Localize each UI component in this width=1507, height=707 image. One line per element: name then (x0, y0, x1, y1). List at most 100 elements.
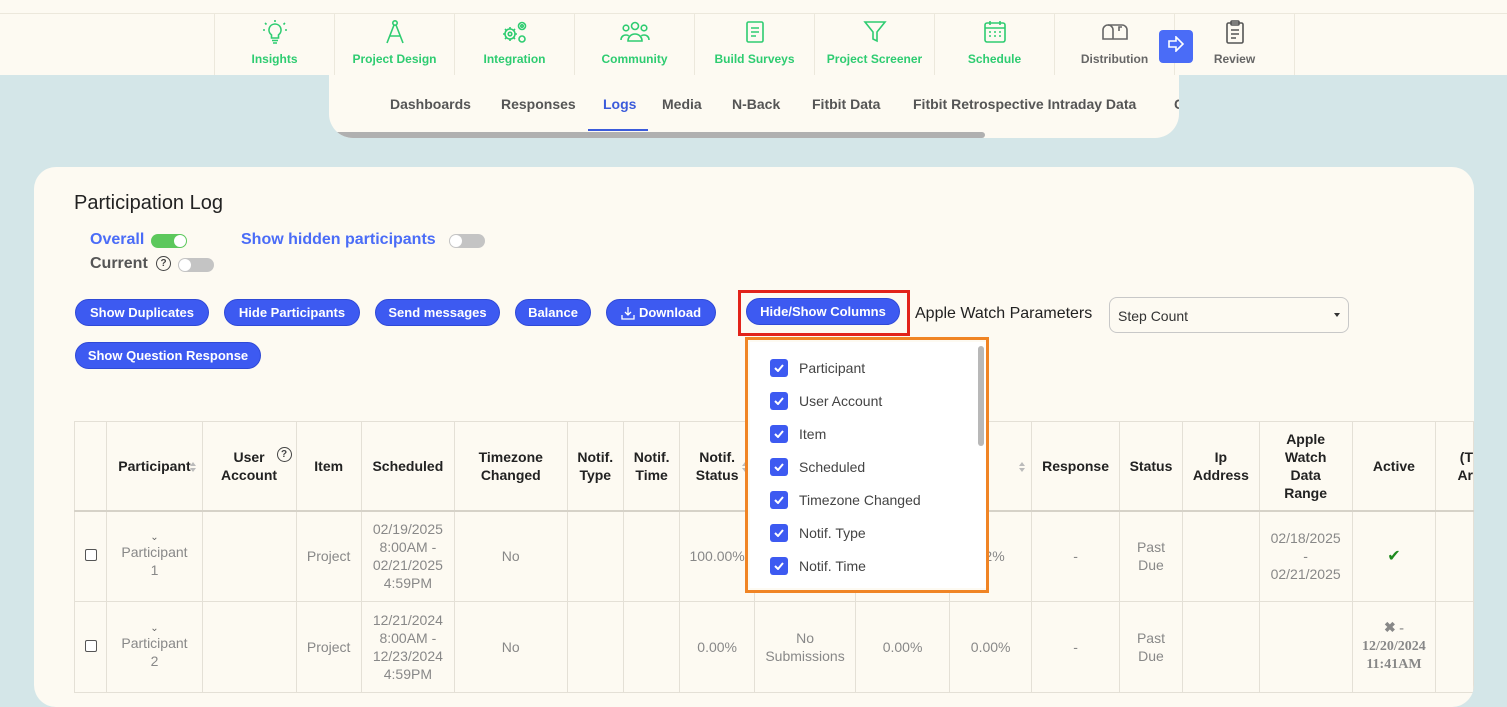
current-toggle[interactable] (178, 258, 214, 272)
tab-dashboards[interactable]: Dashboards (390, 96, 471, 112)
balance-button[interactable]: Balance (515, 299, 591, 326)
show-question-response-button[interactable]: Show Question Response (75, 342, 261, 369)
apple-watch-parameters-select[interactable]: Step Count (1109, 297, 1349, 333)
apple-watch-parameters-label: Apple Watch Parameters (915, 305, 1093, 322)
row-checkbox[interactable] (84, 549, 97, 562)
item-cell: Project (295, 510, 362, 602)
checkbox-checked-icon[interactable] (770, 557, 788, 575)
checkmark-icon: ✔ (1387, 547, 1401, 565)
dropdown-scrollbar[interactable] (978, 346, 984, 446)
chevron-down-icon[interactable]: ⌄ (111, 624, 197, 634)
column-option-participant[interactable]: Participant (770, 358, 865, 378)
header-participant[interactable]: Participant (106, 421, 203, 512)
checkbox-checked-icon[interactable] (770, 524, 788, 542)
status-cell: Past Due (1118, 601, 1184, 693)
help-icon[interactable]: ? (156, 256, 171, 271)
header-scheduled[interactable]: Scheduled (360, 421, 455, 512)
column-option-notif-time[interactable]: Notif. Time (770, 556, 866, 576)
column-option-scheduled[interactable]: Scheduled (770, 457, 865, 477)
nav-label: Integration (483, 52, 546, 66)
header-ip-address[interactable]: Ip Address (1182, 421, 1260, 512)
show-hidden-label: Show hidden participants (241, 231, 436, 248)
show-hidden-toggle[interactable] (449, 234, 485, 248)
nav-community[interactable]: Community (574, 14, 694, 75)
header-item[interactable]: Item (295, 421, 362, 512)
nav-integration[interactable]: Integration (454, 14, 574, 75)
column-option-user-account[interactable]: User Account (770, 391, 882, 411)
checkbox-checked-icon[interactable] (770, 491, 788, 509)
header-timezone-changed[interactable]: Timezone Changed (453, 421, 568, 512)
select-value: Step Count (1118, 308, 1189, 324)
download-label: Download (638, 305, 702, 320)
nav-label: Project Screener (826, 52, 923, 66)
next-step-button[interactable] (1159, 30, 1193, 63)
checkbox-checked-icon[interactable] (770, 425, 788, 443)
hide-participants-button[interactable]: Hide Participants (224, 299, 360, 326)
column-option-notif-type[interactable]: Notif. Type (770, 523, 866, 543)
column-option-timezone-changed[interactable]: Timezone Changed (770, 490, 921, 510)
nav-distribution[interactable]: Distribution (1054, 14, 1174, 75)
lightbulb-icon (215, 19, 334, 45)
tab-n-back[interactable]: N-Back (732, 96, 780, 112)
notif-status-cell: 100.00% (679, 510, 755, 602)
header-active[interactable]: Active (1351, 421, 1437, 512)
tab-responses[interactable]: Responses (501, 96, 576, 112)
checkbox-checked-icon[interactable] (770, 458, 788, 476)
column-option-item[interactable]: Item (770, 424, 826, 444)
arrow-right-icon (1167, 35, 1185, 57)
calendar-icon (935, 19, 1054, 45)
user-account-cell (201, 601, 297, 693)
user-account-cell (201, 510, 297, 602)
help-icon[interactable]: ? (276, 447, 292, 462)
download-button[interactable]: Download (606, 299, 716, 326)
header-user-account[interactable]: User Account? (201, 421, 297, 512)
header-notif-time[interactable]: Notif. Time (622, 421, 681, 512)
sort-icon[interactable] (1019, 462, 1026, 472)
chevron-down-icon[interactable]: ⌄ (111, 533, 197, 543)
nav-label: Build Surveys (714, 52, 795, 66)
nav-label: Schedule (967, 52, 1022, 66)
header-notif-status[interactable]: Notif. Status (679, 421, 755, 512)
nav-schedule[interactable]: Schedule (934, 14, 1054, 75)
notif-type-cell (566, 601, 624, 693)
header-extra[interactable]: (T Ar (1435, 421, 1474, 512)
row-checkbox[interactable] (84, 640, 97, 652)
nav-project-screener[interactable]: Project Screener (814, 14, 934, 75)
header-response[interactable]: Response (1031, 421, 1120, 512)
highlight-box (738, 290, 910, 336)
tab-fitbit-retrospective[interactable]: Fitbit Retrospective Intraday Data (913, 96, 1136, 112)
tab-logs[interactable]: Logs (603, 96, 636, 112)
select-all-header (73, 421, 108, 512)
overall-label: Overall (90, 231, 145, 248)
caret-down-icon (1334, 313, 1340, 317)
nav-project-design[interactable]: Project Design (334, 14, 454, 75)
extra-cell (1435, 510, 1474, 602)
tab-fitbit-data[interactable]: Fitbit Data (812, 96, 880, 112)
mailbox-icon (1055, 19, 1174, 45)
overall-toggle[interactable] (151, 234, 187, 248)
sort-icon[interactable] (189, 462, 196, 472)
participant-cell[interactable]: ⌄ Participant 2 (106, 601, 203, 693)
show-duplicates-button[interactable]: Show Duplicates (75, 299, 209, 326)
send-messages-button[interactable]: Send messages (375, 299, 500, 326)
response-date-cell: 0.00% (948, 601, 1033, 693)
nav-build-surveys[interactable]: Build Surveys (694, 14, 814, 75)
checkbox-checked-icon[interactable] (770, 359, 788, 377)
tab-more[interactable]: C (1174, 96, 1179, 112)
tabs-scrollbar[interactable] (329, 132, 985, 138)
apple-watch-range-cell (1258, 601, 1353, 693)
header-status[interactable]: Status (1118, 421, 1184, 512)
checkbox-checked-icon[interactable] (770, 392, 788, 410)
nav-insights[interactable]: Insights (214, 14, 334, 75)
people-icon (575, 19, 694, 45)
header-notif-type[interactable]: Notif. Type (566, 421, 624, 512)
response-cell: - (1031, 601, 1120, 693)
document-icon (695, 19, 814, 45)
scheduled-cell: 12/21/2024 8:00AM -12/23/2024 4:59PM (360, 601, 455, 693)
notif-type-cell (566, 510, 624, 602)
notif-time-cell (622, 601, 681, 693)
tab-media[interactable]: Media (662, 96, 702, 112)
gears-icon (455, 19, 574, 45)
participant-cell[interactable]: ⌄ Participant 1 (106, 510, 203, 602)
header-apple-watch-range[interactable]: Apple Watch Data Range (1258, 421, 1353, 512)
